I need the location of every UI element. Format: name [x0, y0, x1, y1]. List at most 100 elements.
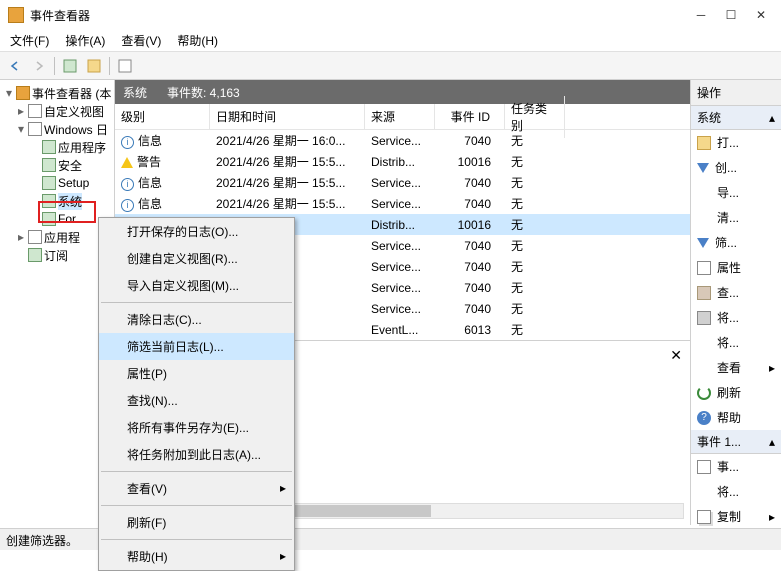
action-find[interactable]: 查...	[691, 280, 781, 305]
close-detail-button[interactable]: ✕	[670, 347, 682, 364]
eventviewer-icon	[16, 86, 30, 100]
tree-windows-logs[interactable]: ▾Windows 日	[2, 120, 112, 138]
action-event-attach[interactable]: 将...	[691, 479, 781, 504]
task-icon	[697, 485, 711, 499]
info-icon: i	[121, 136, 134, 149]
collapse-icon: ▴	[769, 111, 775, 125]
action-copy[interactable]: 复制▸	[691, 504, 781, 529]
log-icon	[42, 212, 56, 226]
chevron-right-icon: ▸	[769, 510, 775, 524]
action-import-view[interactable]: 导...	[691, 180, 781, 205]
action-event-properties[interactable]: 事...	[691, 454, 781, 479]
close-button[interactable]: ✕	[755, 9, 767, 21]
action-properties[interactable]: 属性	[691, 255, 781, 280]
tree-setup[interactable]: Setup	[2, 174, 112, 192]
forward-button[interactable]	[28, 55, 50, 77]
action-create-view[interactable]: 创...	[691, 155, 781, 180]
ctx-properties[interactable]: 属性(P)	[99, 360, 294, 387]
maximize-button[interactable]: ☐	[725, 9, 737, 21]
separator	[54, 57, 55, 75]
app-icon	[8, 7, 24, 23]
action-view[interactable]: 查看▸	[691, 355, 781, 380]
log-icon	[42, 140, 56, 154]
tree-app-services[interactable]: ▸应用程	[2, 228, 112, 246]
tree-subscriptions[interactable]: 订阅	[2, 246, 112, 264]
info-icon: i	[121, 178, 134, 191]
table-row[interactable]: i信息2021/4/26 星期一 15:5...Service...7040无	[115, 193, 690, 214]
table-row[interactable]: 警告2021/4/26 星期一 15:5...Distrib...10016无	[115, 151, 690, 172]
folder-icon	[28, 104, 42, 118]
actions-section-system[interactable]: 系统▴	[691, 106, 781, 130]
folder-icon	[28, 230, 42, 244]
log-icon	[42, 158, 56, 172]
ctx-save-as[interactable]: 将所有事件另存为(E)...	[99, 414, 294, 441]
menu-help[interactable]: 帮助(H)	[171, 30, 224, 51]
tree-forwarded[interactable]: For	[2, 210, 112, 228]
col-source[interactable]: 来源	[365, 104, 435, 129]
ctx-import-view[interactable]: 导入自定义视图(M)...	[99, 272, 294, 299]
title-bar: 事件查看器 ─ ☐ ✕	[0, 0, 781, 30]
col-level[interactable]: 级别	[115, 104, 210, 129]
actions-panel: 操作 系统▴ 打... 创... 导... 清... 筛... 属性 查... …	[691, 80, 781, 525]
menu-view[interactable]: 查看(V)	[115, 30, 167, 51]
log-icon	[28, 248, 42, 262]
action-open-saved[interactable]: 打...	[691, 130, 781, 155]
chevron-right-icon: ▸	[769, 361, 775, 375]
tree-application[interactable]: 应用程序	[2, 138, 112, 156]
ctx-help[interactable]: 帮助(H)▸	[99, 543, 294, 570]
action-refresh[interactable]: 刷新	[691, 380, 781, 405]
table-row[interactable]: i信息2021/4/26 星期一 15:5...Service...7040无	[115, 172, 690, 193]
refresh-icon	[697, 386, 711, 400]
minimize-button[interactable]: ─	[695, 9, 707, 21]
scrollbar-thumb[interactable]	[290, 505, 430, 517]
action-clear-log[interactable]: 清...	[691, 205, 781, 230]
ctx-open-saved[interactable]: 打开保存的日志(O)...	[99, 218, 294, 245]
ctx-clear-log[interactable]: 清除日志(C)...	[99, 306, 294, 333]
menu-separator	[101, 471, 292, 472]
ctx-attach-task[interactable]: 将任务附加到此日志(A)...	[99, 441, 294, 468]
ctx-refresh[interactable]: 刷新(F)	[99, 509, 294, 536]
window-title: 事件查看器	[30, 7, 695, 24]
action-help[interactable]: ?帮助	[691, 405, 781, 430]
col-datetime[interactable]: 日期和时间	[210, 104, 365, 129]
properties-icon	[697, 261, 711, 275]
menu-file[interactable]: 文件(F)	[4, 30, 55, 51]
tree-root[interactable]: ▾事件查看器 (本	[2, 84, 112, 102]
chevron-right-icon: ▸	[280, 549, 286, 563]
filter-icon	[697, 238, 709, 248]
folder-icon	[28, 122, 42, 136]
chevron-right-icon: ▸	[280, 481, 286, 495]
properties-icon	[697, 460, 711, 474]
menu-separator	[101, 539, 292, 540]
grid-header[interactable]: 级别 日期和时间 来源 事件 ID 任务类别	[115, 104, 690, 130]
back-button[interactable]	[4, 55, 26, 77]
list-count: 事件数: 4,163	[167, 84, 240, 101]
tree-custom-views[interactable]: ▸自定义视图	[2, 102, 112, 120]
action-attach-task[interactable]: 将...	[691, 330, 781, 355]
tree-security[interactable]: 安全	[2, 156, 112, 174]
collapse-icon: ▴	[769, 435, 775, 449]
separator	[109, 57, 110, 75]
import-icon	[697, 186, 711, 200]
ctx-create-view[interactable]: 创建自定义视图(R)...	[99, 245, 294, 272]
view-icon	[697, 361, 711, 375]
tree-system[interactable]: 系统	[2, 192, 112, 210]
window-controls: ─ ☐ ✕	[695, 9, 767, 21]
context-menu[interactable]: 打开保存的日志(O)... 创建自定义视图(R)... 导入自定义视图(M)..…	[98, 217, 295, 571]
show-hide-button[interactable]	[59, 55, 81, 77]
help-button[interactable]	[114, 55, 136, 77]
ctx-view[interactable]: 查看(V)▸	[99, 475, 294, 502]
action-filter-log[interactable]: 筛...	[691, 230, 781, 255]
export-button[interactable]	[83, 55, 105, 77]
toolbar	[0, 52, 781, 80]
table-row[interactable]: i信息2021/4/26 星期一 16:0...Service...7040无	[115, 130, 690, 151]
info-icon: i	[121, 199, 134, 212]
menu-separator	[101, 302, 292, 303]
menu-action[interactable]: 操作(A)	[59, 30, 111, 51]
ctx-find[interactable]: 查找(N)...	[99, 387, 294, 414]
log-icon	[42, 176, 56, 190]
actions-section-event[interactable]: 事件 1...▴	[691, 430, 781, 454]
ctx-filter-log[interactable]: 筛选当前日志(L)...	[99, 333, 294, 360]
col-eventid[interactable]: 事件 ID	[435, 104, 505, 129]
action-save-as[interactable]: 将...	[691, 305, 781, 330]
